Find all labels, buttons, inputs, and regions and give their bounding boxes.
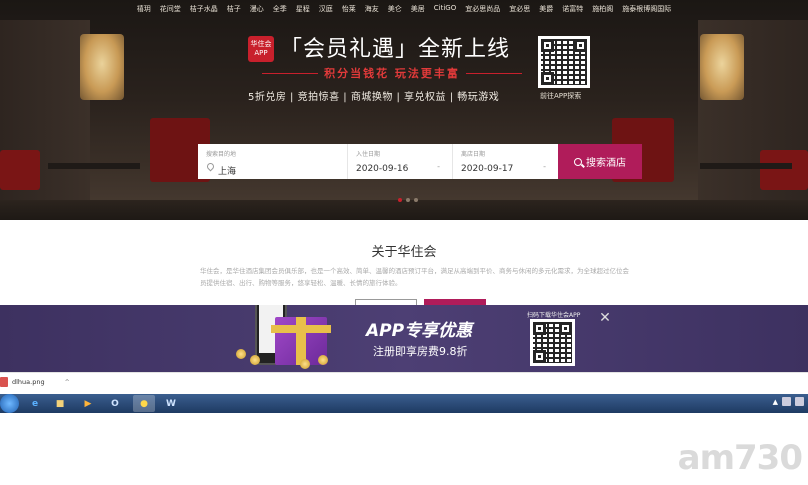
- hero-decor-table: [700, 163, 792, 169]
- download-shelf: dlhua.png ^: [0, 372, 808, 394]
- watermark: am730: [677, 438, 803, 478]
- brand-nav-item[interactable]: 禧玥: [137, 4, 151, 20]
- brand-nav-item[interactable]: 桔子水晶: [190, 4, 218, 20]
- hero-decor-wall-left: [0, 20, 90, 220]
- brand-nav-item[interactable]: 星程: [296, 4, 310, 20]
- qr-finder: [541, 39, 554, 52]
- brand-nav-item[interactable]: 漫心: [250, 4, 264, 20]
- date-separator: -: [437, 162, 440, 171]
- search-hotel-button[interactable]: 搜索酒店: [558, 144, 642, 179]
- carousel-dot[interactable]: [406, 198, 410, 202]
- chevron-up-icon[interactable]: ^: [65, 379, 70, 386]
- coin-decor: [318, 355, 328, 365]
- qr-pattern: [533, 322, 572, 363]
- download-item[interactable]: dlhua.png ^: [0, 377, 70, 387]
- hero-decor-chair: [0, 150, 40, 190]
- checkout-label: 离店日期: [461, 151, 486, 158]
- qr-finder: [559, 322, 572, 335]
- internet-explorer-icon[interactable]: e: [24, 395, 46, 412]
- brand-nav-item[interactable]: 花间堂: [160, 4, 181, 20]
- brand-nav-item[interactable]: 桔子: [227, 4, 241, 20]
- divider: [465, 72, 522, 74]
- hero-decor-floor: [0, 200, 808, 220]
- brand-nav-item[interactable]: 美居: [411, 4, 425, 20]
- checkout-date-input[interactable]: 2020-09-17: [461, 164, 550, 174]
- qr-finder: [541, 72, 554, 85]
- brand-nav-item[interactable]: 美爵: [539, 4, 553, 20]
- carousel-dot-active[interactable]: [398, 198, 402, 202]
- app-download-label: 扫码下载华住会APP: [527, 312, 581, 319]
- brand-nav-item[interactable]: 海友: [365, 4, 379, 20]
- carousel-dot[interactable]: [414, 198, 418, 202]
- qr-pattern: [541, 39, 587, 85]
- network-icon[interactable]: [782, 397, 791, 406]
- hero-qr-code[interactable]: [538, 36, 590, 88]
- media-player-icon[interactable]: ▶: [77, 395, 99, 412]
- hero-decor-table: [48, 163, 140, 169]
- divider: [262, 72, 319, 74]
- date-separator: -: [543, 162, 546, 171]
- checkin-date-input[interactable]: 2020-09-16: [356, 164, 444, 174]
- image-file-icon: [0, 377, 8, 387]
- promo-title: 「会员礼遇」全新上线: [280, 37, 511, 62]
- app-promo-banner: APP专享优惠 注册即享房费9.8折 扫码下载华住会APP ✕: [0, 305, 808, 372]
- brand-nav-item[interactable]: 施泰根博阁国际: [622, 4, 671, 20]
- app-promo-subtitle: 注册即享房费9.8折: [373, 345, 468, 358]
- checkin-label: 入住日期: [356, 151, 381, 158]
- coin-decor: [236, 349, 246, 359]
- promo-subtitle-row: 积分当钱花 玩法更丰富: [262, 66, 522, 80]
- outlook-icon[interactable]: O: [104, 395, 126, 412]
- start-button[interactable]: [0, 394, 19, 413]
- brand-nav-item[interactable]: 宜必思: [509, 4, 530, 20]
- close-icon[interactable]: ✕: [598, 311, 612, 325]
- volume-icon[interactable]: [795, 397, 804, 406]
- brand-nav-item[interactable]: 汉庭: [319, 4, 333, 20]
- destination-label: 搜索目的地: [206, 151, 237, 158]
- brand-nav-item[interactable]: 全季: [273, 4, 287, 20]
- app-download-qr-code[interactable]: [530, 319, 575, 366]
- hero-decor-lamp-left: [80, 34, 124, 100]
- brand-nav-item[interactable]: 施柏阁: [592, 4, 613, 20]
- chrome-icon[interactable]: ●: [133, 395, 155, 412]
- promo-subtitle: 积分当钱花 玩法更丰富: [324, 67, 460, 80]
- tray-expand-icon[interactable]: ▲: [773, 398, 778, 406]
- carousel-dots: [398, 198, 418, 202]
- qr-label[interactable]: 前往APP探索: [540, 91, 581, 101]
- hotel-search-form: 搜索目的地 上海 入住日期 2020-09-16 - 离店日期 2020-09-…: [198, 144, 558, 179]
- qr-finder: [533, 350, 546, 363]
- system-tray: ▲: [773, 397, 804, 406]
- about-title: 关于华住会: [371, 245, 437, 260]
- brand-nav-item[interactable]: 怡莱: [342, 4, 356, 20]
- hero-decor-lamp-right: [700, 34, 744, 100]
- coin-decor: [300, 359, 310, 369]
- destination-field[interactable]: 搜索目的地 上海: [198, 144, 348, 179]
- brand-nav-item[interactable]: 宜必思尚品: [465, 4, 500, 20]
- file-explorer-icon[interactable]: ■: [49, 395, 71, 412]
- qr-finder: [574, 39, 587, 52]
- search-hotel-button-label: 搜索酒店: [586, 158, 626, 169]
- promo-features: 5折兑房 | 竞拍惊喜 | 商城换物 | 享兑权益 | 畅玩游戏: [248, 92, 500, 103]
- hero-decor-chair: [760, 150, 808, 190]
- brand-nav: 禧玥 花间堂 桔子水晶 桔子 漫心 全季 星程 汉庭 怡莱 海友 美仑 美居 C…: [0, 0, 808, 20]
- brand-nav-item[interactable]: CitiGO: [434, 4, 456, 20]
- checkin-field[interactable]: 入住日期 2020-09-16 -: [348, 144, 453, 179]
- windows-taskbar: e ■ ▶ O ● W ▲: [0, 394, 808, 413]
- about-text: 华住会，是华住酒店集团会员俱乐部，也是一个高效、简单、温馨的酒店预订平台，满足从…: [200, 267, 629, 287]
- destination-input[interactable]: 上海: [206, 164, 339, 177]
- word-icon[interactable]: W: [160, 395, 182, 412]
- huazhu-app-logo: 华住会 APP: [248, 36, 274, 62]
- brand-nav-item[interactable]: 诺富特: [562, 4, 583, 20]
- brand-nav-item[interactable]: 美仑: [388, 4, 402, 20]
- app-promo-title: APP专享优惠: [366, 321, 473, 341]
- checkout-field[interactable]: 离店日期 2020-09-17 -: [453, 144, 558, 179]
- qr-finder: [533, 322, 546, 335]
- download-filename: dlhua.png: [12, 378, 45, 386]
- hero-banner: 禧玥 花间堂 桔子水晶 桔子 漫心 全季 星程 汉庭 怡莱 海友 美仑 美居 C…: [0, 0, 808, 220]
- search-icon: [574, 157, 582, 166]
- coin-decor: [250, 355, 260, 365]
- page: 禧玥 花间堂 桔子水晶 桔子 漫心 全季 星程 汉庭 怡莱 海友 美仑 美居 C…: [0, 0, 808, 485]
